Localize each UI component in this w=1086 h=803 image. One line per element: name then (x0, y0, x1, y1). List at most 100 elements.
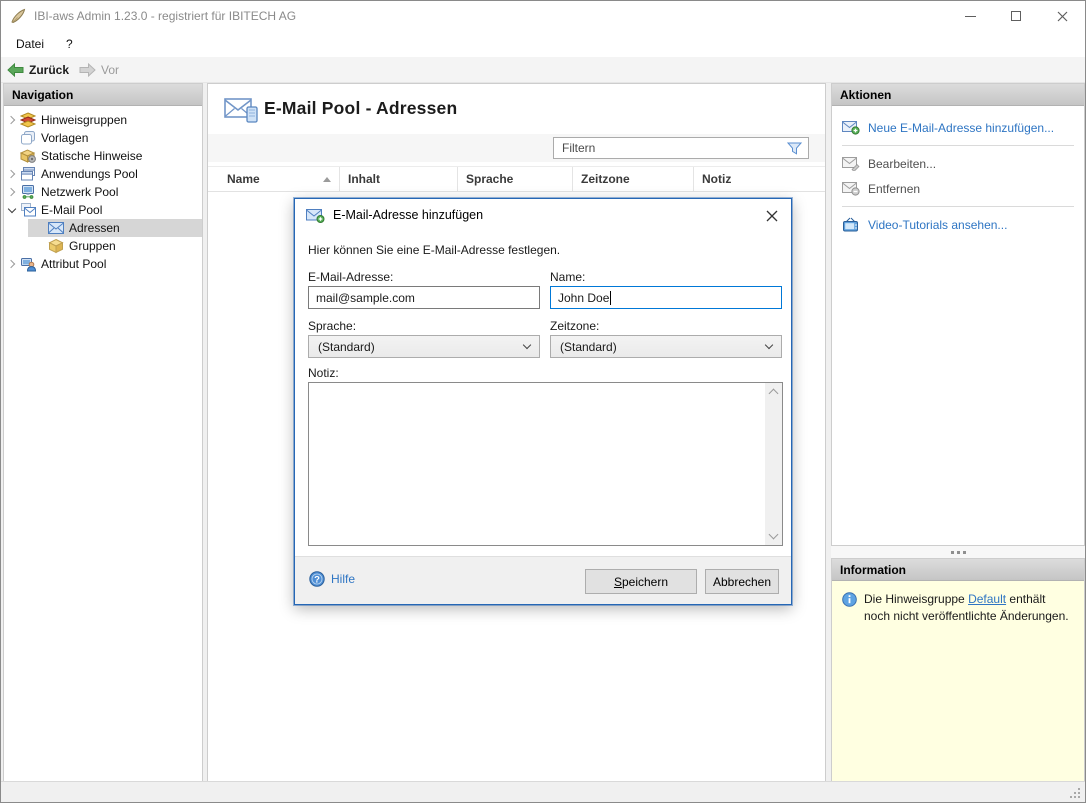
action-edit[interactable]: Bearbeiten... (842, 153, 1074, 174)
maximize-button[interactable] (993, 1, 1039, 31)
column-header-zeitzone[interactable]: Zeitzone (573, 167, 694, 191)
templates-icon (19, 130, 36, 146)
tree-item-label: Anwendungs Pool (41, 167, 138, 181)
tree-item-netzwerk-pool[interactable]: Netzwerk Pool (4, 183, 202, 201)
menu-help[interactable]: ? (55, 33, 84, 55)
information-message: Die Hinweisgruppe Default enthält noch n… (864, 591, 1072, 625)
note-textarea[interactable] (308, 382, 783, 546)
back-label: Zurück (29, 63, 69, 77)
email-label: E-Mail-Adresse: (308, 270, 393, 284)
chevron-right-icon[interactable] (4, 189, 19, 195)
menu-datei[interactable]: Datei (5, 33, 55, 55)
filter-icon[interactable] (787, 142, 802, 155)
forward-label: Vor (101, 63, 119, 77)
envelope-add-icon (306, 208, 325, 223)
scroll-up-icon[interactable] (765, 383, 782, 400)
action-video-tutorials[interactable]: Video-Tutorials ansehen... (842, 214, 1074, 235)
network-pool-icon (19, 184, 36, 200)
window-title: IBI-aws Admin 1.23.0 - registriert für I… (34, 9, 296, 23)
default-group-link[interactable]: Default (968, 592, 1006, 606)
help-link[interactable]: ? Hilfe (309, 571, 355, 587)
actions-panel: Aktionen Neue E-Mail-Adresse hinzufügen.… (831, 83, 1085, 546)
tree-item-label: Gruppen (69, 239, 116, 253)
note-scrollbar[interactable] (765, 383, 782, 545)
tree-item-label: Attribut Pool (41, 257, 106, 271)
column-label: Name (227, 172, 260, 186)
dialog-footer: ? Hilfe Speichern Abbrechen (295, 556, 791, 604)
column-header-name[interactable]: Name (208, 167, 340, 191)
email-field-value: mail@sample.com (316, 291, 415, 305)
tree-item-vorlagen[interactable]: Vorlagen (4, 129, 202, 147)
actions-list: Neue E-Mail-Adresse hinzufügen... Bearbe… (832, 106, 1084, 246)
column-header-sprache[interactable]: Sprache (458, 167, 573, 191)
notice-groups-icon (19, 112, 36, 128)
menu-bar: Datei ? (1, 31, 1085, 57)
page-title: E-Mail Pool - Adressen (264, 98, 457, 119)
save-button[interactable]: Speichern (585, 569, 697, 594)
action-add-email-address[interactable]: Neue E-Mail-Adresse hinzufügen... (842, 117, 1074, 138)
status-bar (1, 781, 1085, 802)
chevron-down-icon (765, 341, 773, 349)
action-remove[interactable]: Entfernen (842, 178, 1074, 199)
timezone-select[interactable]: (Standard) (550, 335, 782, 358)
close-icon (1057, 11, 1068, 22)
chevron-right-icon[interactable] (4, 261, 19, 267)
language-label: Sprache: (308, 319, 356, 333)
tree-item-email-pool[interactable]: E-Mail Pool (4, 201, 202, 219)
information-panel: Information Die Hinweisgruppe Default en… (831, 558, 1085, 782)
minimize-icon (965, 16, 976, 17)
column-header-inhalt[interactable]: Inhalt (340, 167, 458, 191)
tree-item-label: Vorlagen (41, 131, 88, 145)
close-button[interactable] (1039, 1, 1085, 31)
message-prefix: Die Hinweisgruppe (864, 592, 968, 606)
email-field[interactable]: mail@sample.com (308, 286, 540, 309)
language-select-value: (Standard) (318, 340, 375, 354)
column-header-notiz[interactable]: Notiz (694, 167, 825, 191)
scroll-down-icon[interactable] (765, 528, 782, 545)
envelope-remove-icon (842, 181, 860, 196)
tree-item-adressen[interactable]: Adressen (28, 219, 202, 237)
email-pool-icon (19, 202, 36, 218)
navigation-tree: Hinweisgruppen Vorlagen Statische Hinwei… (4, 106, 202, 273)
addresses-envelope-icon (47, 220, 64, 236)
language-select[interactable]: (Standard) (308, 335, 540, 358)
static-notices-icon (19, 148, 36, 164)
filter-input[interactable] (554, 141, 783, 155)
tv-icon (842, 217, 860, 233)
panel-splitter[interactable] (831, 546, 1085, 558)
resize-grip[interactable] (1078, 796, 1080, 798)
envelope-edit-icon (842, 156, 860, 171)
help-circle-icon: ? (309, 571, 325, 587)
attribute-pool-icon (19, 256, 36, 272)
help-label: Hilfe (331, 572, 355, 586)
chevron-right-icon[interactable] (4, 171, 19, 177)
chevron-down-icon[interactable] (4, 206, 19, 214)
email-pool-page-icon (224, 96, 260, 127)
cancel-button[interactable]: Abbrechen (705, 569, 779, 594)
information-header: Information (832, 559, 1084, 581)
actions-separator (842, 145, 1074, 146)
svg-text:?: ? (314, 575, 320, 586)
navigation-header: Navigation (4, 84, 202, 106)
tree-item-anwendungs-pool[interactable]: Anwendungs Pool (4, 165, 202, 183)
app-icon (10, 8, 26, 24)
note-label: Notiz: (308, 366, 339, 380)
tree-item-label: E-Mail Pool (41, 203, 102, 217)
tree-item-hinweisgruppen[interactable]: Hinweisgruppen (4, 111, 202, 129)
maximize-icon (1011, 11, 1021, 21)
forward-button[interactable]: Vor (79, 63, 119, 77)
tree-item-gruppen[interactable]: Gruppen (28, 237, 202, 255)
column-label: Inhalt (348, 172, 380, 186)
forward-arrow-icon (79, 63, 96, 77)
titlebar: IBI-aws Admin 1.23.0 - registriert für I… (1, 1, 1085, 31)
minimize-button[interactable] (947, 1, 993, 31)
chevron-right-icon[interactable] (4, 117, 19, 123)
save-accelerator: S (614, 575, 622, 589)
tree-item-attribut-pool[interactable]: Attribut Pool (4, 255, 202, 273)
dialog-close-button[interactable] (759, 204, 785, 228)
back-button[interactable]: Zurück (7, 63, 69, 77)
application-pool-icon (19, 166, 36, 182)
tree-item-statische-hinweise[interactable]: Statische Hinweise (4, 147, 202, 165)
name-field[interactable]: John Doe (550, 286, 782, 309)
tree-item-label: Netzwerk Pool (41, 185, 118, 199)
